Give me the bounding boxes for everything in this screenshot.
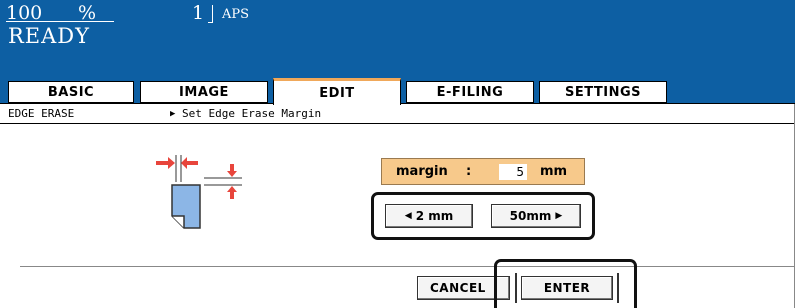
tab-basic-label: BASIC [47,84,95,100]
margin-value: 5 [499,164,527,180]
tab-basic[interactable]: BASIC [8,81,134,103]
section-instruction: Set Edge Erase Margin [182,107,322,120]
zoom-underline [6,21,114,22]
margin-indicator: margin : 5 mm [381,158,585,185]
tab-image-label: IMAGE [179,84,229,100]
enter-button[interactable]: ENTER [521,276,613,300]
machine-status: READY [8,24,91,48]
paper-mode: APS [222,7,250,22]
enter-frame-left [515,273,517,303]
right-arrow-icon: ▶ [555,211,563,221]
tab-settings[interactable]: SETTINGS [539,81,667,103]
enter-frame-right [617,273,619,303]
margin-max-label: 50mm [509,209,552,223]
edge-erase-diagram-icon [150,150,245,235]
status-header: 100 % 1 APS READY [0,0,795,80]
section-divider [0,123,795,124]
tab-edit-label: EDIT [319,85,355,101]
margin-unit: mm [540,164,568,179]
margin-min-button[interactable]: ◀ 2 mm [385,204,473,228]
tab-edit[interactable]: EDIT [273,78,401,105]
tab-image[interactable]: IMAGE [140,81,268,103]
margin-label: margin [396,164,448,179]
tab-settings-label: SETTINGS [564,84,642,100]
bottom-divider [20,266,795,267]
margin-colon: : [466,164,472,179]
margin-max-button[interactable]: 50mm ▶ [491,204,581,228]
tab-e-filing[interactable]: E-FILING [406,81,534,103]
left-arrow-icon: ◀ [404,211,412,221]
instruction-marker-icon: ▶ [170,109,176,119]
copies-bracket [208,5,213,23]
copies-count: 1 [192,2,205,24]
cancel-label: CANCEL [430,281,486,295]
section-title: EDGE ERASE [8,107,75,120]
enter-label: ENTER [543,281,591,295]
margin-min-label: 2 mm [415,209,454,223]
tab-e-filing-label: E-FILING [436,84,504,100]
